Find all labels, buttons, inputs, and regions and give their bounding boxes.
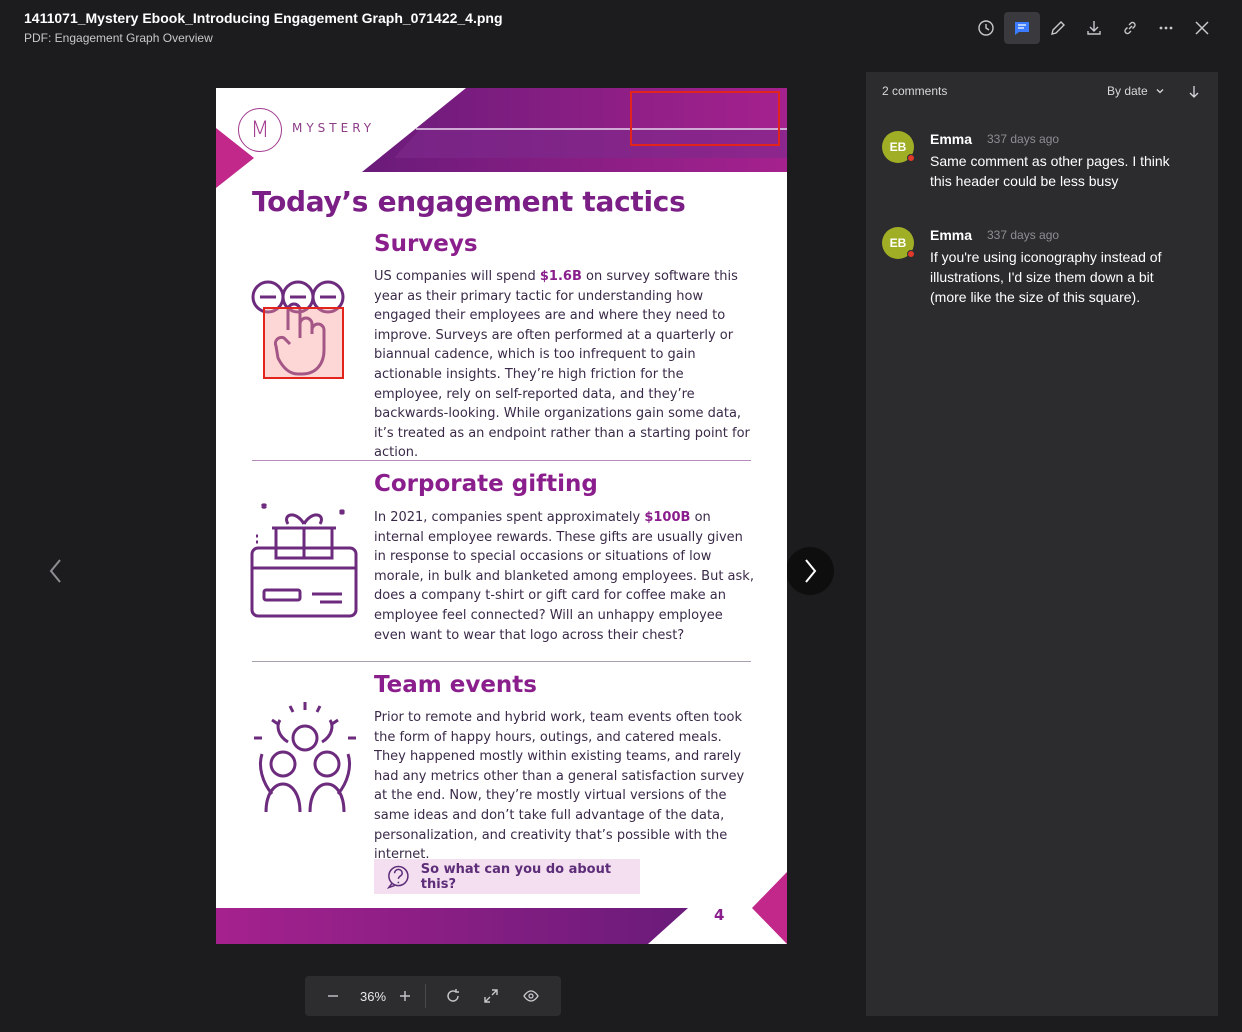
comments-icon	[1015, 22, 1029, 35]
comment-item[interactable]: EB Emma 337 days ago Same comment as oth…	[882, 131, 1202, 201]
unread-dot	[907, 154, 915, 162]
fullscreen-button[interactable]	[472, 976, 510, 1016]
zoom-level: 36%	[359, 988, 387, 1004]
edit-button[interactable]	[1040, 12, 1076, 44]
logo-text: MYSTERY	[292, 121, 376, 135]
link-button[interactable]	[1112, 12, 1148, 44]
annotation-box-header[interactable]	[630, 91, 780, 146]
rotate-button[interactable]	[434, 976, 472, 1016]
top-bar: 1411071_Mystery Ebook_Introducing Engage…	[0, 0, 1242, 56]
document-page[interactable]: M MYSTERY Today’s engagement tactics Sur…	[216, 88, 787, 944]
more-icon	[1159, 26, 1173, 30]
unread-dot	[907, 250, 915, 258]
chevron-down-icon	[1156, 89, 1164, 94]
zoom-toolbar: 36%	[305, 976, 561, 1016]
gift-card-icon	[250, 502, 358, 618]
team-celebration-icon	[254, 702, 356, 813]
avatar: EB	[882, 227, 915, 259]
logo-mark: M	[238, 108, 282, 152]
section-title-gifting: Corporate gifting	[374, 471, 598, 497]
comment-time: 337 days ago	[987, 132, 1060, 146]
expand-icon	[484, 989, 498, 1003]
previous-page-button[interactable]	[36, 551, 76, 591]
close-icon	[1195, 21, 1209, 35]
section-divider	[252, 460, 751, 461]
rotate-icon	[447, 989, 459, 1002]
section-body-surveys: US companies will spend $1.6B on survey …	[374, 269, 750, 461]
sort-dropdown[interactable]: By date	[1107, 84, 1166, 98]
download-icon	[1087, 21, 1101, 35]
comment-count: 2 comments	[882, 84, 948, 98]
close-button[interactable]	[1184, 12, 1220, 44]
comment-text: Same comment as other pages. I think thi…	[930, 153, 1170, 189]
comment-text: If you're using iconography instead of i…	[930, 249, 1162, 305]
section-body-events: Prior to remote and hybrid work, team ev…	[374, 710, 745, 863]
footer-graphic	[216, 872, 787, 944]
file-subtitle: PDF: Engagement Graph Overview	[24, 31, 213, 45]
comment-time: 337 days ago	[987, 228, 1060, 242]
section-title-surveys: Surveys	[374, 231, 478, 257]
history-button[interactable]	[968, 12, 1004, 44]
history-icon	[978, 20, 994, 36]
zoom-out-button[interactable]	[313, 976, 353, 1016]
top-actions	[968, 12, 1220, 44]
next-page-button[interactable]	[786, 547, 834, 595]
file-title: 1411071_Mystery Ebook_Introducing Engage…	[24, 10, 503, 26]
plus-icon	[400, 991, 410, 1001]
page-number: 4	[714, 906, 725, 924]
minus-icon	[328, 995, 338, 997]
arrow-down-icon	[1189, 86, 1199, 98]
view-button[interactable]	[510, 976, 552, 1016]
section-body-gifting: In 2021, companies spent approximately $…	[374, 510, 754, 643]
toolbar-separator	[425, 984, 426, 1008]
comment-item[interactable]: EB Emma 337 days ago If you're using ico…	[882, 227, 1202, 317]
eye-icon	[523, 990, 539, 1002]
edit-icon	[1051, 21, 1065, 35]
chevron-left-icon	[49, 559, 61, 583]
chevron-right-icon	[805, 559, 817, 583]
comment-author: Emma	[930, 131, 973, 147]
sort-direction-button[interactable]	[1184, 82, 1204, 102]
comments-panel: 2 comments By date EB Emma 337 days ago …	[866, 72, 1218, 1016]
annotation-box-icon[interactable]	[263, 307, 344, 379]
avatar: EB	[882, 131, 915, 163]
more-button[interactable]	[1148, 12, 1184, 44]
zoom-in-button[interactable]	[393, 976, 417, 1016]
download-button[interactable]	[1076, 12, 1112, 44]
page-heading: Today’s engagement tactics	[252, 185, 686, 218]
sort-label: By date	[1107, 84, 1148, 98]
comment-author: Emma	[930, 227, 973, 243]
link-icon	[1124, 21, 1136, 35]
section-title-events: Team events	[374, 672, 537, 698]
comments-button[interactable]	[1004, 12, 1040, 44]
section-divider	[252, 661, 751, 662]
